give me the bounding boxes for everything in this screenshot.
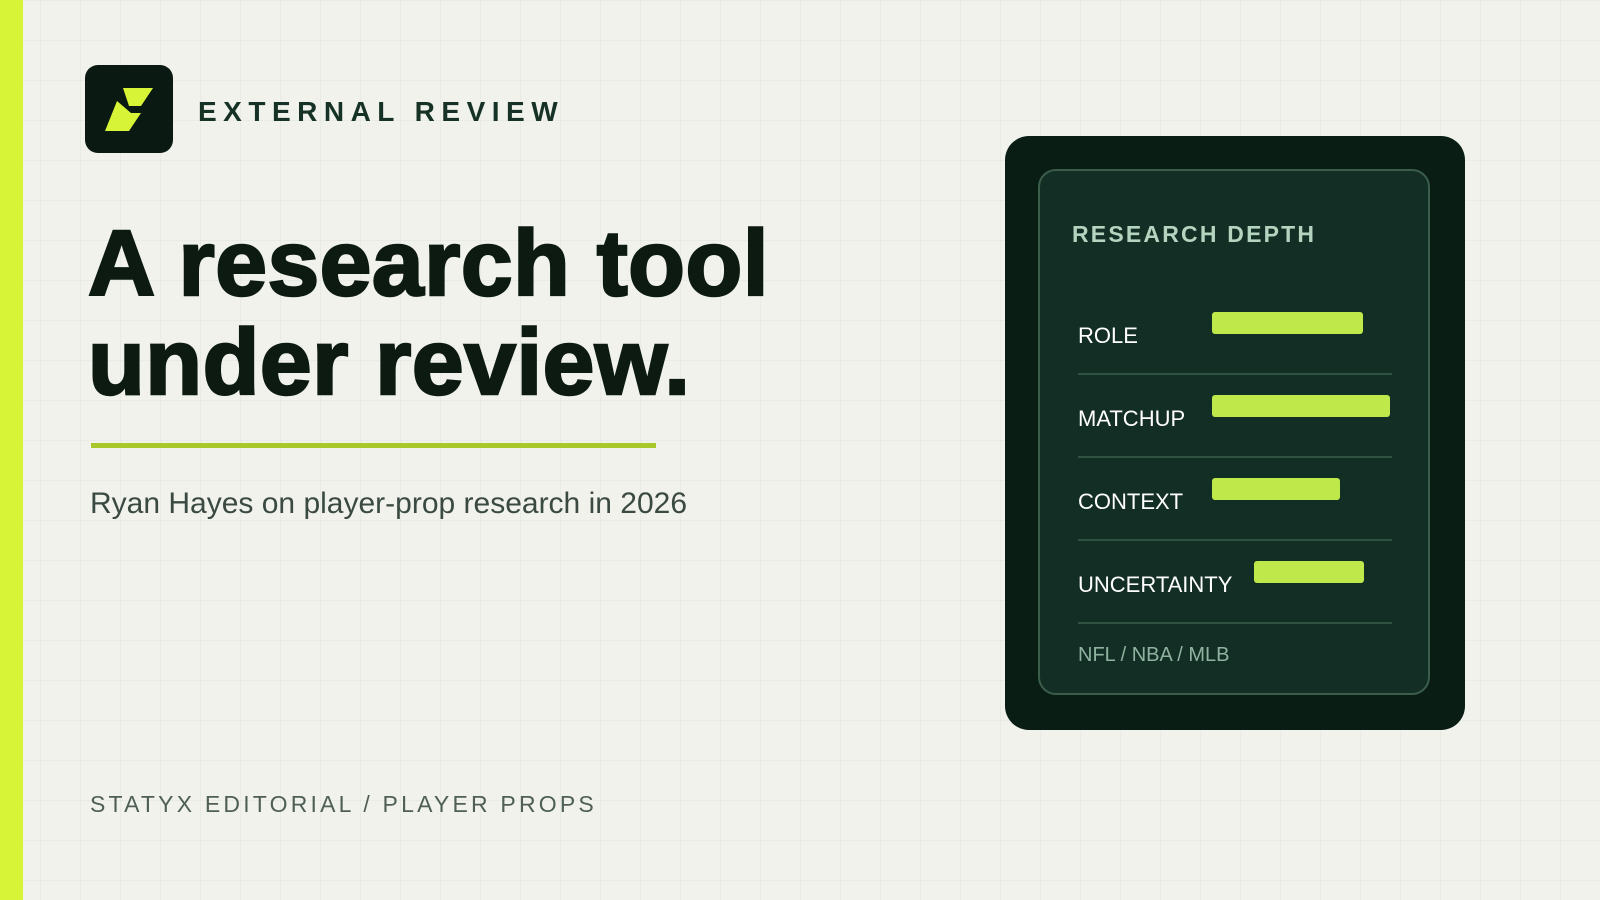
metric-row-matchup: MATCHUP — [1078, 373, 1392, 458]
metric-bar-role — [1212, 312, 1363, 334]
eyebrow-label: EXTERNAL REVIEW — [198, 96, 565, 127]
metric-row-role: ROLE — [1078, 290, 1392, 375]
metric-bar-matchup — [1212, 395, 1390, 417]
card-title: RESEARCH DEPTH — [1072, 221, 1317, 247]
divider-rule — [91, 443, 656, 448]
research-depth-card: RESEARCH DEPTH ROLE MATCHUP CONTEXT UNCE… — [1005, 136, 1465, 730]
research-depth-panel: RESEARCH DEPTH ROLE MATCHUP CONTEXT UNCE… — [1038, 169, 1430, 695]
metric-row-uncertainty: UNCERTAINTY — [1078, 539, 1392, 624]
metric-label: CONTEXT — [1078, 489, 1184, 514]
metric-label: MATCHUP — [1078, 406, 1186, 431]
metric-label: UNCERTAINTY — [1078, 572, 1233, 597]
bolt-s-icon — [105, 88, 153, 131]
metric-bar-context — [1212, 478, 1340, 500]
statyx-logo — [85, 65, 173, 153]
leagues-list: NFL / NBA / MLB — [1078, 644, 1230, 666]
metric-bar-uncertainty — [1254, 561, 1364, 583]
accent-strip — [0, 0, 23, 900]
metric-label: ROLE — [1078, 323, 1138, 348]
subtitle: Ryan Hayes on player-prop research in 20… — [90, 487, 687, 520]
headline: A research tool under review. — [87, 211, 888, 414]
headline-line-1: A research tool — [87, 211, 770, 315]
footer-credit: STATYX EDITORIAL / PLAYER PROPS — [90, 791, 597, 817]
headline-line-2: under review. — [87, 310, 692, 414]
metric-row-context: CONTEXT — [1078, 456, 1392, 541]
